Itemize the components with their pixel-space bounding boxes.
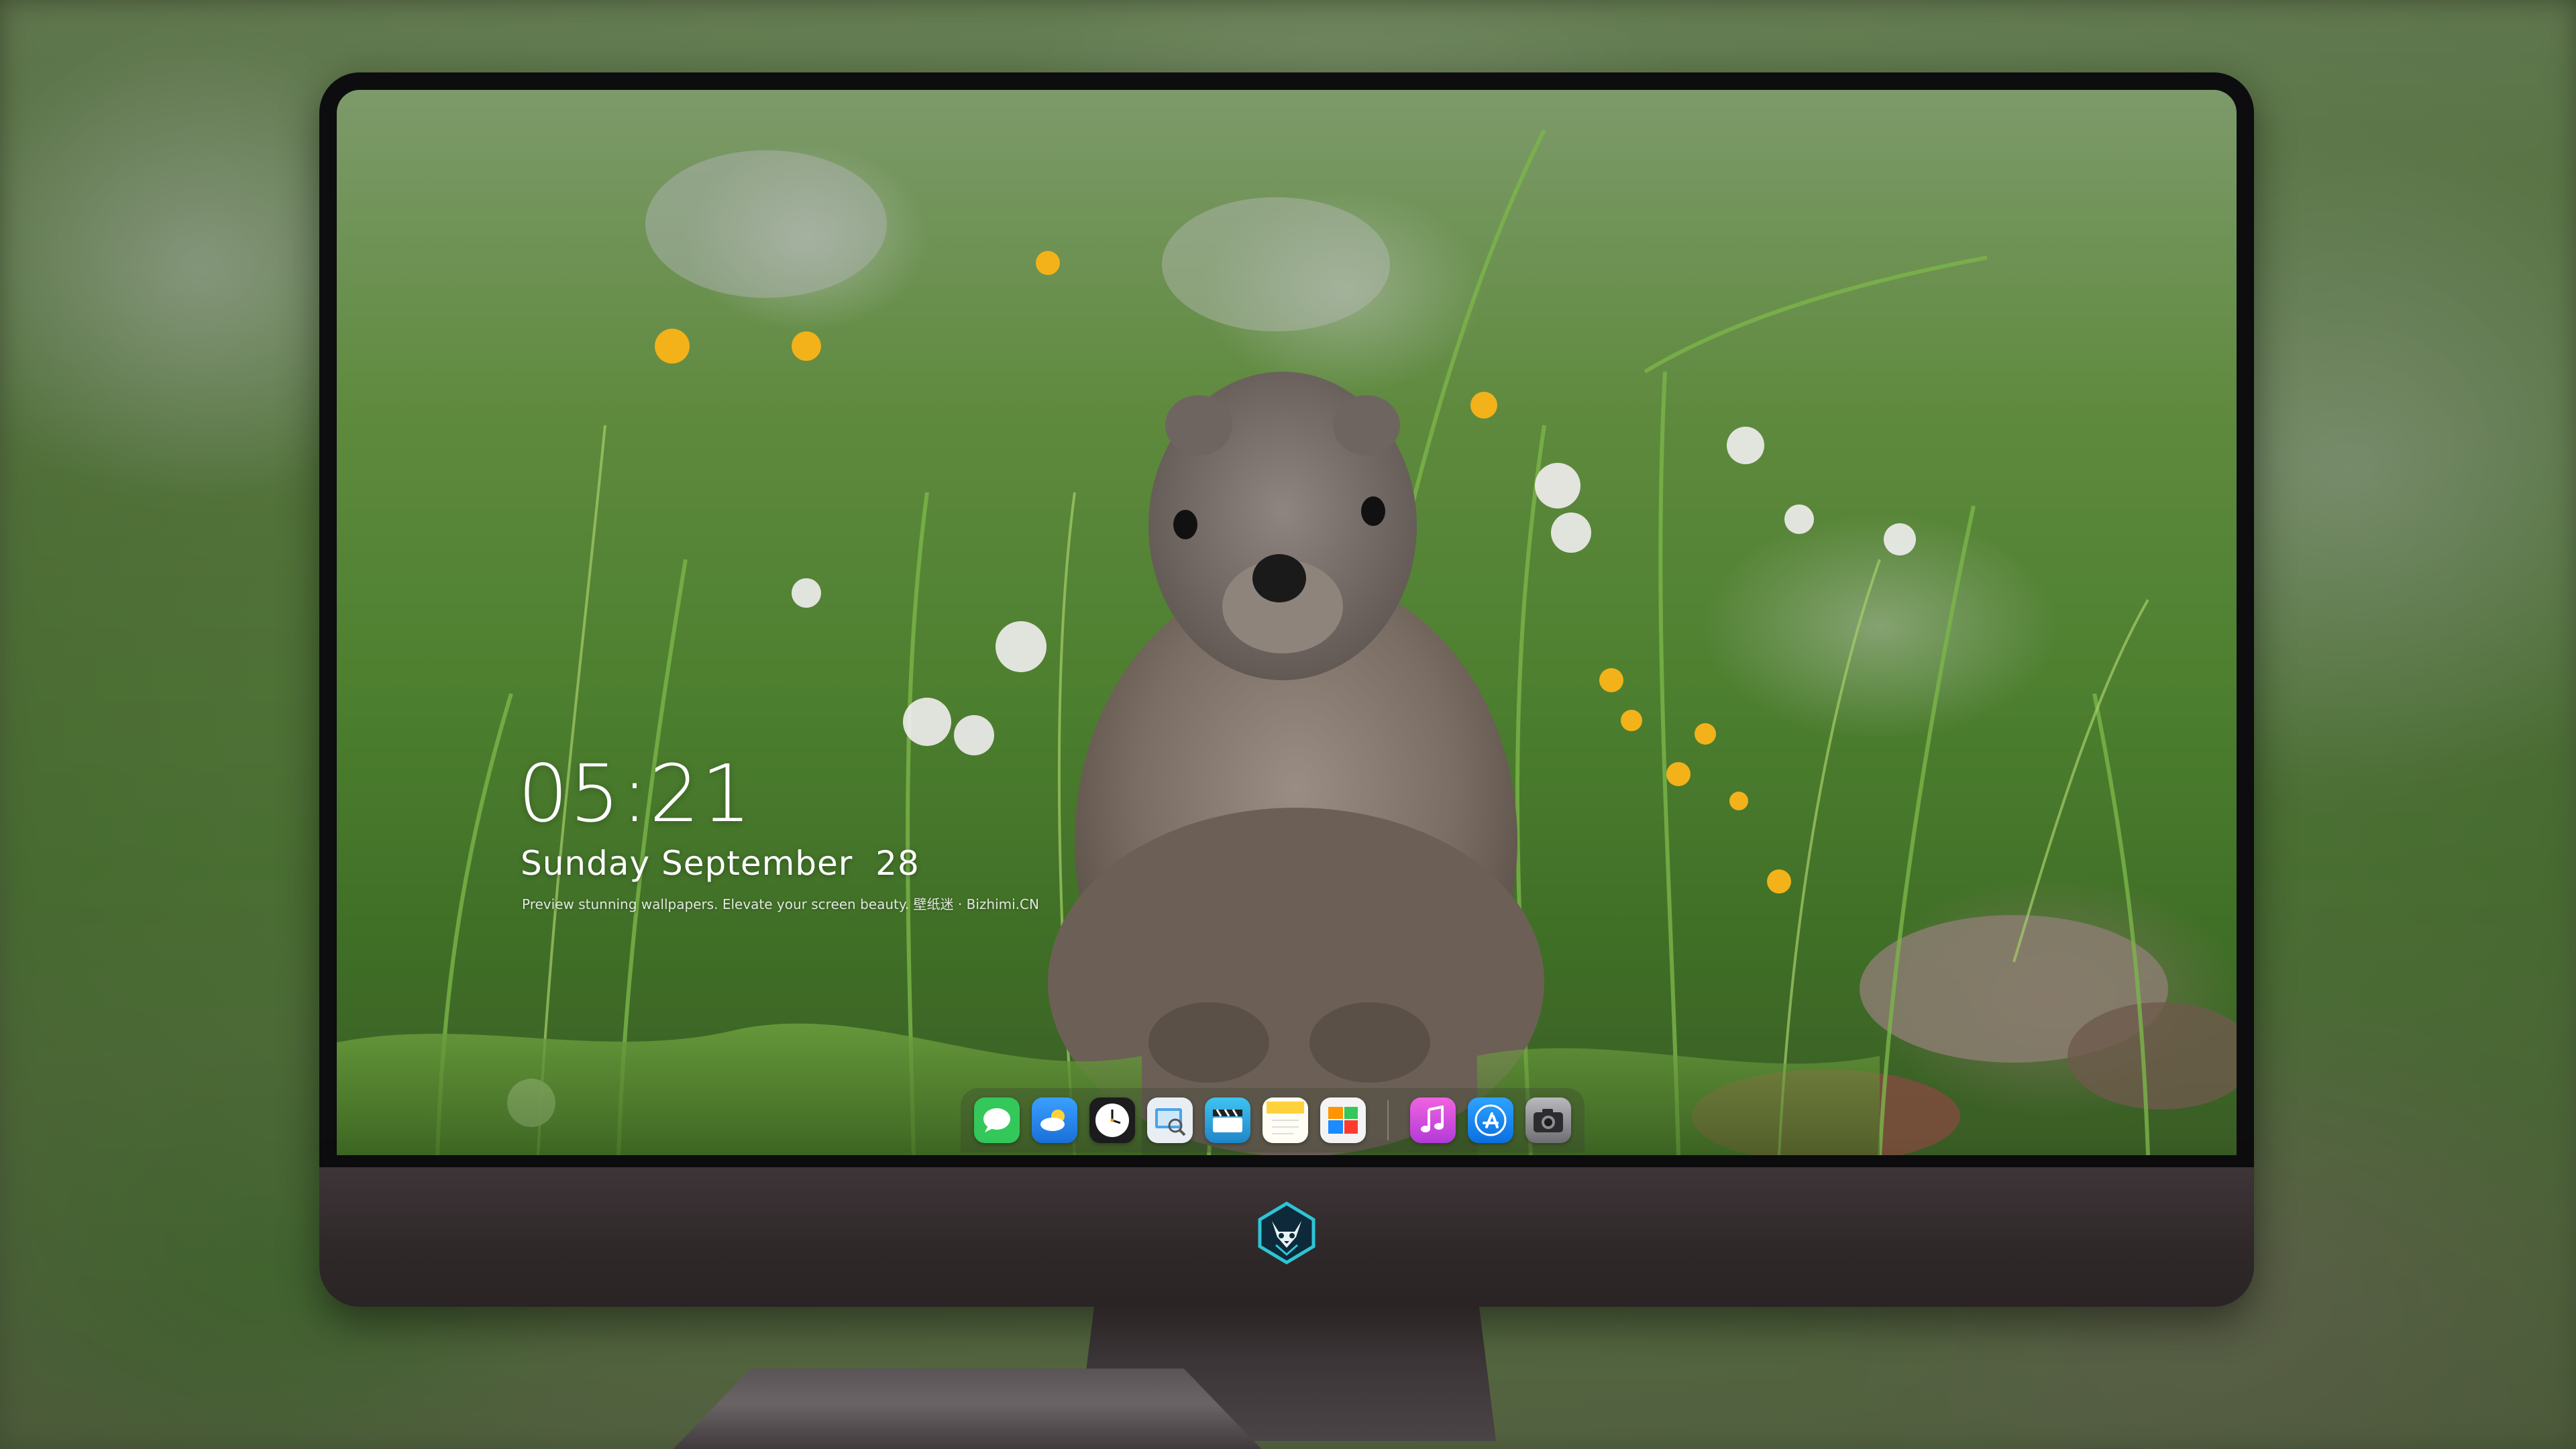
photos-icon[interactable] bbox=[1320, 1097, 1366, 1143]
wallpaper-marmot bbox=[337, 129, 2237, 1155]
app-dock bbox=[961, 1088, 1585, 1152]
monitor-chin bbox=[319, 1167, 2254, 1307]
wallpaper-tagline: Preview stunning wallpapers. Elevate you… bbox=[522, 896, 1039, 912]
desktop-page: 05:21 Sunday September 28 Preview stunni… bbox=[0, 0, 2576, 1449]
lock-screen[interactable]: 05:21 Sunday September 28 Preview stunni… bbox=[337, 90, 2237, 1155]
lock-date: Sunday September 28 bbox=[521, 844, 920, 883]
camera-icon[interactable] bbox=[1525, 1097, 1571, 1143]
lock-clock: 05:21 bbox=[518, 747, 753, 840]
clock-icon[interactable] bbox=[1089, 1097, 1135, 1143]
app-store-icon[interactable] bbox=[1468, 1097, 1513, 1143]
video-editor-icon[interactable] bbox=[1205, 1097, 1250, 1143]
fox-mascot-icon bbox=[1254, 1201, 1319, 1265]
monitor-stand-base bbox=[667, 1368, 1268, 1449]
notes-icon[interactable] bbox=[1263, 1097, 1308, 1143]
messages-icon[interactable] bbox=[974, 1097, 1020, 1143]
monitor-bezel: 05:21 Sunday September 28 Preview stunni… bbox=[319, 72, 2254, 1167]
preview-icon[interactable] bbox=[1147, 1097, 1193, 1143]
monitor-mockup: 05:21 Sunday September 28 Preview stunni… bbox=[319, 72, 2254, 1441]
weather-icon[interactable] bbox=[1032, 1097, 1077, 1143]
dock-separator bbox=[1387, 1100, 1389, 1140]
music-icon[interactable] bbox=[1410, 1097, 1456, 1143]
